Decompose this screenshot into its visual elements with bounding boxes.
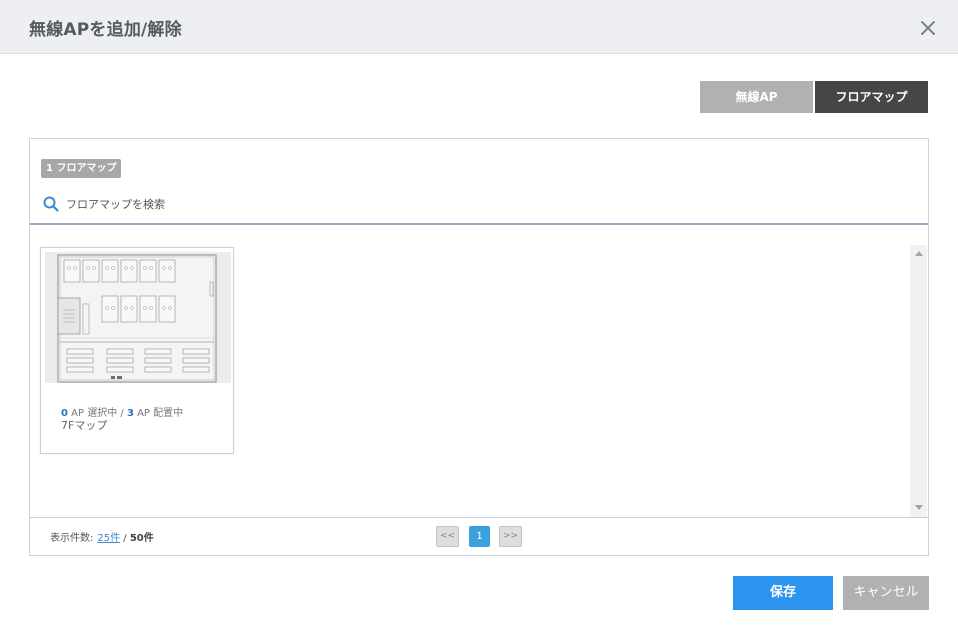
- pagination-footer: 表示件数: 25件 / 50件 << 1 >>: [30, 517, 928, 555]
- per-page-link[interactable]: 25件: [97, 533, 120, 544]
- prev-page-button[interactable]: <<: [436, 526, 459, 547]
- floormap-name: 7Fマップ: [61, 419, 108, 432]
- per-page-label: 表示件数:: [50, 533, 94, 544]
- floormap-view-button[interactable]: フロアマップ: [815, 81, 928, 113]
- search-icon: [42, 195, 60, 213]
- wireless-ap-view-button[interactable]: 無線AP: [700, 81, 813, 113]
- per-page-info: 表示件数: 25件 / 50件: [50, 529, 154, 544]
- placed-ap-count: 3: [126, 408, 134, 419]
- current-page-button[interactable]: 1: [469, 526, 490, 547]
- scroll-down-arrow-icon[interactable]: [915, 505, 923, 510]
- floormap-card[interactable]: 0 AP 選択中 / 3 AP 配置中 7Fマップ: [40, 247, 234, 454]
- per-page-separator: /: [120, 533, 130, 544]
- floormap-list: 0 AP 選択中 / 3 AP 配置中 7Fマップ: [30, 227, 928, 517]
- search-input[interactable]: [66, 193, 866, 215]
- close-icon[interactable]: [918, 18, 938, 38]
- next-page-button[interactable]: >>: [499, 526, 522, 547]
- floormap-thumbnail: [45, 252, 231, 383]
- total-count: 50件: [129, 533, 154, 544]
- search-bar: [30, 191, 928, 225]
- vertical-scrollbar[interactable]: [910, 245, 927, 517]
- floormap-panel: 1 フロアマップ フロアマップを検索 0 AP 選択中 / 3 AP 配置中 7…: [29, 138, 929, 556]
- dialog-header: 無線APを追加/解除: [0, 0, 958, 54]
- save-button[interactable]: 保存: [733, 576, 833, 610]
- scroll-up-arrow-icon[interactable]: [915, 251, 923, 256]
- placed-ap-label: AP 配置中: [133, 408, 184, 419]
- cancel-button[interactable]: キャンセル: [843, 576, 929, 610]
- dialog-title: 無線APを追加/解除: [29, 20, 182, 40]
- floormap-count-badge: 1 フロアマップ: [41, 159, 122, 178]
